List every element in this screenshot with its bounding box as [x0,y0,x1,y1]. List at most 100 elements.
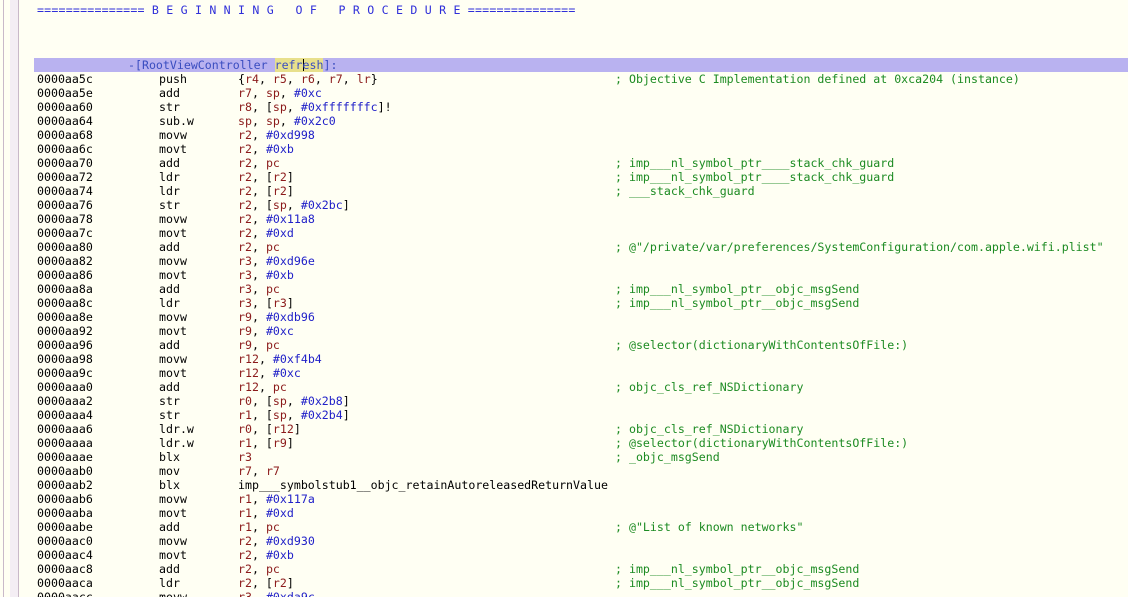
instruction-operands[interactable]: r2, pc [238,240,280,254]
instruction-row[interactable]: 0000aab0 mov r7, r7 [0,464,1128,478]
instruction-row[interactable]: 0000aa98 movw r12, #0xf4b4 [0,352,1128,366]
instruction-row[interactable]: 0000aa64 sub.w sp, sp, #0x2c0 [0,114,1128,128]
instruction-operands[interactable]: r2, [r2] [238,170,294,184]
instruction-operands[interactable]: imp___symbolstub1__objc_retainAutoreleas… [238,478,608,492]
instruction-operands[interactable]: r2, [r2] [238,184,294,198]
selected-text[interactable]: refresh [274,58,324,72]
instruction-operands[interactable]: r2, [r2] [238,576,294,590]
instruction-operands[interactable]: r7, r7 [238,464,280,478]
instruction-address[interactable]: 0000aaaa [37,436,93,450]
instruction-row[interactable]: 0000aaa6 ldr.w r0, [r12] ; objc_cls_ref_NSD… [0,422,1128,436]
instruction-row[interactable]: 0000aa72 ldr r2, [r2] ; imp___nl_symbol_ptr… [0,170,1128,184]
instruction-operands[interactable]: r2, #0xd930 [238,534,315,548]
instruction-row[interactable]: 0000aac8 add r2, pc ; imp___nl_symbol_ptr__… [0,562,1128,576]
instruction-row[interactable]: 0000aaba movt r1, #0xd [0,506,1128,520]
instruction-address[interactable]: 0000aa9c [37,366,93,380]
instruction-row[interactable]: 0000aa7c movt r2, #0xd [0,226,1128,240]
instruction-row[interactable]: 0000aaa2 str r0, [sp, #0x2b8] [0,394,1128,408]
instruction-operands[interactable]: r9, #0xc [238,324,294,338]
instruction-operands[interactable]: r12, #0xf4b4 [238,352,322,366]
instruction-address[interactable]: 0000aa72 [37,170,93,184]
code-listing[interactable]: =============== B E G I N N I N G O F P … [0,0,1128,597]
instruction-row[interactable]: 0000aa70 add r2, pc ; imp___nl_symbol_ptr__… [0,156,1128,170]
instruction-operands[interactable]: r7, sp, #0xc [238,86,322,100]
instruction-address[interactable]: 0000aa80 [37,240,93,254]
instruction-operands[interactable]: r2, #0xd998 [238,128,315,142]
instruction-operands[interactable]: r1, #0x117a [238,492,315,506]
instruction-operands[interactable]: r2, pc [238,156,280,170]
instruction-row[interactable]: 0000aabe add r1, pc ; @"List of known netwo… [0,520,1128,534]
instruction-address[interactable]: 0000aa8e [37,310,93,324]
instruction-address[interactable]: 0000aa8c [37,296,93,310]
instruction-row[interactable]: 0000aacc movw r3, #0xda9c [0,590,1128,597]
instruction-address[interactable]: 0000aaba [37,506,93,520]
disassembly-view[interactable]: =============== B E G I N N I N G O F P … [0,0,1128,597]
instruction-row[interactable]: 0000aa78 movw r2, #0x11a8 [0,212,1128,226]
instruction-operands[interactable]: sp, sp, #0x2c0 [238,114,336,128]
instruction-address[interactable]: 0000aa7c [37,226,93,240]
instruction-row[interactable]: 0000aaa4 str r1, [sp, #0x2b4] [0,408,1128,422]
instruction-operands[interactable]: r3 [238,450,252,464]
instruction-address[interactable]: 0000aab6 [37,492,93,506]
instruction-address[interactable]: 0000aac4 [37,548,93,562]
instruction-operands[interactable]: r8, [sp, #0xfffffffc]! [238,100,392,114]
instruction-row[interactable]: 0000aa6c movt r2, #0xb [0,142,1128,156]
instruction-operands[interactable]: r3, [r3] [238,296,294,310]
instruction-operands[interactable]: r2, #0xb [238,548,294,562]
instruction-address[interactable]: 0000aa6c [37,142,93,156]
instruction-operands[interactable]: r3, #0xb [238,268,294,282]
instruction-address[interactable]: 0000aa5c [37,72,93,86]
instruction-operands[interactable]: r9, pc [238,338,280,352]
instruction-row[interactable]: 0000aa5e add r7, sp, #0xc [0,86,1128,100]
instruction-row[interactable]: 0000aa68 movw r2, #0xd998 [0,128,1128,142]
instruction-operands[interactable]: r1, [r9] [238,436,294,450]
instruction-operands[interactable]: r1, #0xd [238,506,294,520]
instruction-address[interactable]: 0000aaa6 [37,422,93,436]
instruction-operands[interactable]: r3, pc [238,282,280,296]
instruction-operands[interactable]: r1, [sp, #0x2b4] [238,408,350,422]
instruction-address[interactable]: 0000aa8a [37,282,93,296]
instruction-row[interactable]: 0000aaaa ldr.w r1, [r9] ; @selector(diction… [0,436,1128,450]
instruction-row[interactable]: 0000aa8a add r3, pc ; imp___nl_symbol_ptr__… [0,282,1128,296]
instruction-row[interactable]: 0000aa80 add r2, pc ; @"/private/var/prefer… [0,240,1128,254]
instruction-address[interactable]: 0000aa76 [37,198,93,212]
instruction-operands[interactable]: r1, pc [238,520,280,534]
instruction-address[interactable]: 0000aa68 [37,128,93,142]
instruction-address[interactable]: 0000aa74 [37,184,93,198]
instruction-operands[interactable]: r3, #0xda9c [238,590,315,597]
instruction-address[interactable]: 0000aab0 [37,464,93,478]
instruction-row[interactable]: 0000aa96 add r9, pc ; @selector(dictionaryW… [0,338,1128,352]
instruction-operands[interactable]: r0, [sp, #0x2b8] [238,394,350,408]
instruction-address[interactable]: 0000aabe [37,520,93,534]
instruction-operands[interactable]: r2, #0xb [238,142,294,156]
instruction-address[interactable]: 0000aab2 [37,478,93,492]
instruction-operands[interactable]: r12, pc [238,380,287,394]
instruction-operands[interactable]: {r4, r5, r6, r7, lr} [238,72,378,86]
instruction-address[interactable]: 0000aaca [37,576,93,590]
instruction-row[interactable]: 0000aaa0 add r12, pc ; objc_cls_ref_NSDicti… [0,380,1128,394]
instruction-row[interactable]: 0000aa9c movt r12, #0xc [0,366,1128,380]
instruction-address[interactable]: 0000aa64 [37,114,93,128]
instruction-address[interactable]: 0000aacc [37,590,93,597]
instruction-row[interactable]: 0000aaca ldr r2, [r2] ; imp___nl_symbol_ptr… [0,576,1128,590]
instruction-address[interactable]: 0000aaa2 [37,394,93,408]
instruction-operands[interactable]: r3, #0xd96e [238,254,315,268]
instruction-operands[interactable]: r2, pc [238,562,280,576]
instruction-row[interactable]: 0000aa76 str r2, [sp, #0x2bc] [0,198,1128,212]
instruction-address[interactable]: 0000aa86 [37,268,93,282]
instruction-row[interactable]: 0000aac0 movw r2, #0xd930 [0,534,1128,548]
procedure-name[interactable]: -[RootViewController refresh]: [128,58,337,72]
instruction-row[interactable]: 0000aac4 movt r2, #0xb [0,548,1128,562]
instruction-address[interactable]: 0000aa92 [37,324,93,338]
instruction-row[interactable]: 0000aab6 movw r1, #0x117a [0,492,1128,506]
instruction-address[interactable]: 0000aa98 [37,352,93,366]
instruction-operands[interactable]: r2, #0x11a8 [238,212,315,226]
instruction-address[interactable]: 0000aa78 [37,212,93,226]
instruction-address[interactable]: 0000aaa4 [37,408,93,422]
instruction-row[interactable]: 0000aab2 blx imp___symbolstub1__objc_retai… [0,478,1128,492]
instruction-address[interactable]: 0000aa60 [37,100,93,114]
instruction-row[interactable]: 0000aa86 movt r3, #0xb [0,268,1128,282]
instruction-operands[interactable]: r2, #0xd [238,226,294,240]
instruction-row[interactable]: 0000aaae blx r3 ; _objc_msgSend [0,450,1128,464]
instruction-operands[interactable]: r9, #0xdb96 [238,310,315,324]
